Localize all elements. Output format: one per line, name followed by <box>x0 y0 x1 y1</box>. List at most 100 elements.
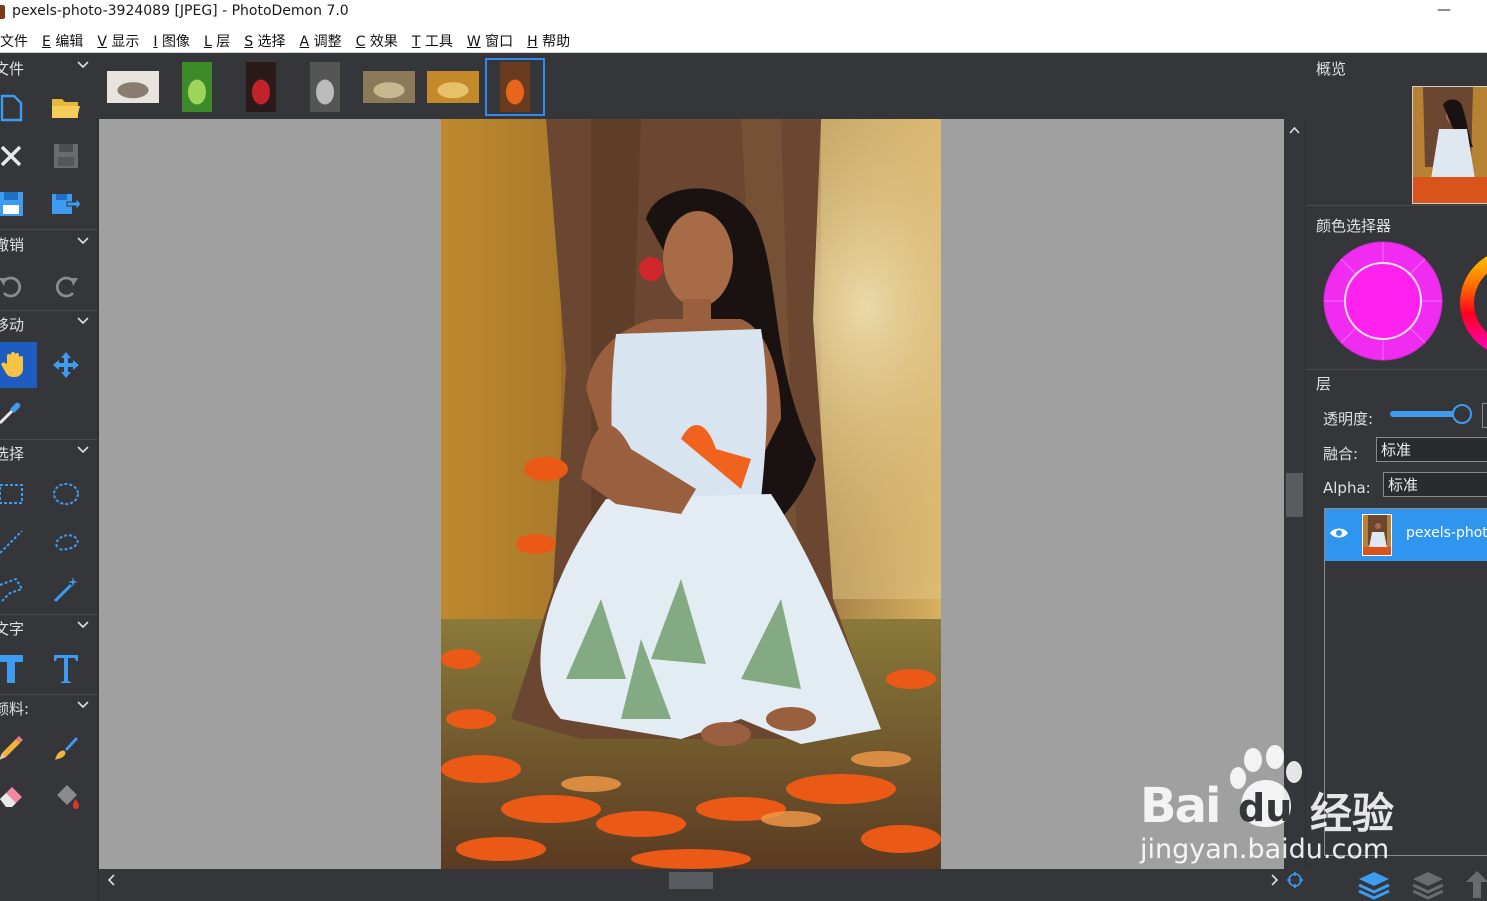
overview-title: 概览 <box>1316 60 1347 78</box>
menu-accelerator: W <box>466 34 481 50</box>
menu-accelerator: E <box>42 34 51 50</box>
typography-text-icon[interactable] <box>43 646 89 692</box>
opacity-label: 透明度: <box>1323 410 1374 428</box>
menu-item-5[interactable]: S 选择 <box>244 31 285 51</box>
menu-item-0[interactable]: 文件 <box>0 31 28 51</box>
section-label-move: 移动 <box>0 316 25 334</box>
section-label-select: 选择 <box>0 445 25 463</box>
image-thumb-6[interactable] <box>423 58 483 116</box>
menu-label: 编辑 <box>55 34 84 50</box>
new-file-icon[interactable] <box>0 85 34 131</box>
save-icon[interactable] <box>43 133 89 179</box>
scroll-left-icon[interactable] <box>101 869 121 891</box>
canvas-area[interactable] <box>99 119 1284 869</box>
magic-wand-icon[interactable] <box>43 567 89 613</box>
menu-accelerator: L <box>203 34 212 50</box>
image-thumb-3[interactable] <box>231 58 291 116</box>
menu-item-3[interactable]: I 图像 <box>153 31 190 51</box>
scroll-right-icon[interactable] <box>1265 869 1285 891</box>
section-label-text: 文字 <box>0 620 25 638</box>
chevron-down-icon <box>77 621 89 629</box>
opacity-value-box[interactable] <box>1482 403 1487 428</box>
image-thumb-7[interactable] <box>485 58 545 116</box>
vertical-scroll-thumb[interactable] <box>1286 473 1303 517</box>
move-layer-up-icon[interactable] <box>1464 868 1487 901</box>
blend-mode-select[interactable]: 标准 <box>1376 437 1487 462</box>
menu-item-8[interactable]: T 工具 <box>412 31 453 51</box>
lasso-select-icon[interactable] <box>43 519 89 565</box>
app-window: pexels-photo-3924089 [JPEG] - PhotoDemon… <box>0 0 1487 901</box>
menu-label: 层 <box>216 34 231 50</box>
menu-label: 选择 <box>257 34 286 50</box>
fill-bucket-icon[interactable] <box>43 773 89 819</box>
save-as-icon[interactable] <box>43 181 89 227</box>
section-header-paint[interactable]: 颜料: <box>0 695 97 721</box>
horizontal-scroll-thumb[interactable] <box>669 872 713 889</box>
chevron-down-icon <box>77 446 89 454</box>
color-picker-title: 颜色选择器 <box>1316 217 1392 235</box>
primary-color-wheel[interactable] <box>1323 241 1443 361</box>
undo-icon[interactable] <box>0 263 34 309</box>
right-panel: 概览 颜色选择器 层 透明度: 融合: 标准 Alpha: 标准 pexels-… <box>1306 53 1487 901</box>
chevron-down-icon <box>77 61 89 69</box>
center-view-icon[interactable] <box>1285 869 1305 891</box>
save-icon[interactable] <box>0 181 34 227</box>
section-header-text[interactable]: 文字 <box>0 615 97 641</box>
section-header-undo[interactable]: 撤销 <box>0 231 97 257</box>
menu-item-2[interactable]: V 显示 <box>97 31 139 51</box>
open-folder-icon[interactable] <box>43 85 89 131</box>
alpha-mode-select[interactable]: 标准 <box>1383 472 1487 497</box>
menu-label: 图像 <box>161 34 190 50</box>
image-thumb-5[interactable] <box>359 58 419 116</box>
section-header-file[interactable]: 文件 <box>0 55 97 81</box>
alpha-label: Alpha: <box>1323 479 1371 497</box>
menu-item-10[interactable]: H 帮助 <box>527 31 570 51</box>
opacity-slider-handle[interactable] <box>1452 404 1472 424</box>
image-tabs-bar <box>97 53 1306 119</box>
hand-pan-icon[interactable] <box>0 342 37 388</box>
menu-item-1[interactable]: E 编辑 <box>42 31 83 51</box>
toolbox-panel: 文件 撤销 移动 选择 文字 颜料: <box>0 53 97 901</box>
duplicate-layer-icon[interactable] <box>1410 868 1446 901</box>
menu-accelerator: A <box>299 34 310 50</box>
paintbrush-icon[interactable] <box>43 725 89 771</box>
menu-item-4[interactable]: L 层 <box>204 31 230 51</box>
horizontal-scrollbar[interactable] <box>99 869 1306 891</box>
rect-select-icon[interactable] <box>0 471 34 517</box>
eyedropper-icon[interactable] <box>0 389 34 435</box>
vertical-scrollbar[interactable] <box>1284 119 1305 869</box>
image-thumb-2[interactable] <box>167 58 227 116</box>
minimize-button[interactable]: — <box>1437 2 1451 18</box>
menu-item-7[interactable]: C 效果 <box>356 31 398 51</box>
hue-wheel[interactable] <box>1459 248 1487 358</box>
overview-thumbnail[interactable] <box>1412 86 1487 204</box>
section-header-select[interactable]: 选择 <box>0 440 97 466</box>
redo-icon[interactable] <box>43 263 89 309</box>
ellipse-select-icon[interactable] <box>43 471 89 517</box>
menu-accelerator: V <box>97 34 107 50</box>
menu-accelerator: S <box>244 34 254 50</box>
basic-text-icon[interactable] <box>0 646 34 692</box>
layer-name[interactable]: pexels-photo-3924089 <box>1406 525 1487 541</box>
menu-list: 文件 E 编辑 V 显示 I 图像 L 层S 选择 A 调整 C 效果 T 工具 W 窗口 H 帮… <box>0 31 584 51</box>
pencil-icon[interactable] <box>0 725 34 771</box>
section-label-undo: 撤销 <box>0 236 25 254</box>
menu-item-6[interactable]: A 调整 <box>300 31 342 51</box>
menu-item-9[interactable]: W 窗口 <box>467 31 513 51</box>
eye-visibility-icon[interactable] <box>1329 526 1349 540</box>
scroll-up-icon[interactable] <box>1284 119 1305 139</box>
image-thumb-4[interactable] <box>295 58 355 116</box>
menu-label: 显示 <box>111 34 140 50</box>
close-icon[interactable] <box>0 133 34 179</box>
section-header-move[interactable]: 移动 <box>0 311 97 337</box>
eraser-icon[interactable] <box>0 773 34 819</box>
menu-label: 调整 <box>313 34 342 50</box>
move-arrows-icon[interactable] <box>43 342 89 388</box>
layer-list: pexels-photo-3924089 <box>1324 508 1487 856</box>
add-layer-icon[interactable] <box>1356 868 1392 901</box>
image-thumb-1[interactable] <box>103 58 163 116</box>
layer-row[interactable]: pexels-photo-3924089 <box>1325 509 1487 561</box>
line-select-icon[interactable] <box>0 519 34 565</box>
polygon-lasso-icon[interactable] <box>0 567 34 613</box>
main-photo[interactable] <box>441 119 941 869</box>
